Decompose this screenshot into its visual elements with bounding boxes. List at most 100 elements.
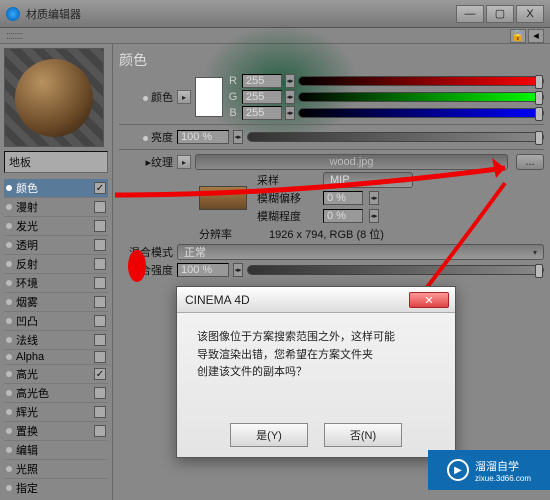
play-icon: ▶ (447, 459, 469, 481)
color-swatch[interactable] (195, 77, 223, 117)
channel-checkbox[interactable] (94, 220, 106, 232)
channel-checkbox[interactable]: ✓ (94, 182, 106, 194)
channel-label: 环境 (16, 275, 38, 291)
window-title: 材质编辑器 (26, 6, 456, 22)
sample-dropdown[interactable]: MIP (323, 172, 413, 188)
channel-row-5[interactable]: 环境 (4, 274, 108, 293)
channel-row-10[interactable]: 高光 ✓ (4, 365, 108, 384)
channel-checkbox[interactable] (94, 406, 106, 418)
g-input[interactable]: 255 (242, 90, 282, 104)
lock-icon[interactable]: 🔒 (510, 29, 526, 43)
channel-label: 辉光 (16, 404, 38, 420)
channel-row-7[interactable]: 凹凸 (4, 312, 108, 331)
channel-dot-icon (6, 337, 12, 343)
blend-strength-input[interactable]: 100 % (177, 263, 229, 277)
channel-checkbox[interactable] (94, 296, 106, 308)
menu-button[interactable]: ◂ (528, 29, 544, 43)
brightness-spin[interactable]: ◂▸ (233, 130, 243, 144)
material-name-input[interactable]: 地板 (4, 151, 108, 173)
texture-browse-button[interactable]: ... (516, 154, 544, 170)
close-button[interactable]: X (516, 5, 544, 23)
texture-path[interactable]: wood.jpg (195, 154, 508, 170)
b-spin[interactable]: ◂▸ (285, 106, 295, 120)
channel-label: 颜色 (16, 180, 38, 196)
channel-row-16[interactable]: 指定 (4, 479, 108, 496)
dialog-no-button[interactable]: 否(N) (324, 423, 402, 447)
channel-dot-icon (6, 485, 12, 491)
b-slider[interactable] (298, 108, 544, 118)
channel-row-12[interactable]: 辉光 (4, 403, 108, 422)
channel-checkbox[interactable] (94, 258, 106, 270)
expand-color-arrow[interactable]: ▸ (177, 90, 191, 104)
maximize-button[interactable]: ▢ (486, 5, 514, 23)
channel-row-9[interactable]: Alpha (4, 350, 108, 365)
section-title: 颜色 (119, 50, 544, 70)
b-input[interactable]: 255 (242, 106, 282, 120)
blend-strength-label: 混合强度 (129, 265, 173, 277)
channel-checkbox[interactable] (94, 201, 106, 213)
channel-row-2[interactable]: 发光 (4, 217, 108, 236)
channel-row-11[interactable]: 高光色 (4, 384, 108, 403)
g-slider[interactable] (298, 92, 544, 102)
minimize-button[interactable]: — (456, 5, 484, 23)
dialog-text-2: 导致渲染出错，您希望在方案文件夹 (197, 347, 435, 365)
r-slider[interactable] (298, 76, 544, 86)
channel-label: 高光 (16, 366, 38, 382)
brightness-input[interactable]: 100 % (177, 130, 229, 144)
channel-label: Alpha (16, 351, 44, 363)
blend-strength-spin[interactable]: ◂▸ (233, 263, 243, 277)
blur-scale-input[interactable]: 0 % (323, 209, 363, 223)
channel-checkbox[interactable] (94, 387, 106, 399)
channel-dot-icon (6, 390, 12, 396)
material-preview[interactable] (4, 48, 104, 147)
dialog-text-3: 创建该文件的副本吗？ (197, 364, 435, 382)
blend-mode-dropdown[interactable]: 正常 (177, 244, 544, 260)
watermark-brand: 溜溜自学 (475, 458, 531, 474)
color-label: 颜色 (151, 92, 173, 104)
r-input[interactable]: 255 (242, 74, 282, 88)
dialog-text-1: 该图像位于方案搜索范围之外，这样可能 (197, 329, 435, 347)
channel-checkbox[interactable] (94, 277, 106, 289)
channel-row-8[interactable]: 法线 (4, 331, 108, 350)
channel-row-6[interactable]: 烟雾 (4, 293, 108, 312)
texture-label: 纹理 (151, 157, 173, 169)
channel-checkbox[interactable] (94, 334, 106, 346)
channel-row-0[interactable]: 颜色 ✓ (4, 179, 108, 198)
channel-row-3[interactable]: 透明 (4, 236, 108, 255)
resolution-label: 分辨率 (199, 226, 259, 242)
blend-strength-slider[interactable] (247, 265, 544, 275)
channel-checkbox[interactable] (94, 239, 106, 251)
brightness-label: 亮度 (151, 132, 173, 144)
channel-row-15[interactable]: 光照 (4, 460, 108, 479)
blur-offset-input[interactable]: 0 % (323, 191, 363, 205)
channel-label: 反射 (16, 256, 38, 272)
channel-dot-icon (6, 223, 12, 229)
watermark: ▶ 溜溜自学 zixue.3d66.com (428, 450, 550, 490)
channel-dot-icon (6, 280, 12, 286)
channel-dot-icon (6, 354, 12, 360)
resolution-value: 1926 x 794, RGB (8 位) (269, 226, 384, 242)
blur-offset-spin[interactable]: ◂▸ (369, 191, 379, 205)
channel-dot-icon (6, 242, 12, 248)
channel-dot-icon (6, 261, 12, 267)
channel-row-14[interactable]: 编辑 (4, 441, 108, 460)
g-spin[interactable]: ◂▸ (285, 90, 295, 104)
app-icon (6, 7, 20, 21)
channel-row-13[interactable]: 置换 (4, 422, 108, 441)
r-spin[interactable]: ◂▸ (285, 74, 295, 88)
blur-scale-spin[interactable]: ◂▸ (369, 209, 379, 223)
channel-dot-icon (6, 409, 12, 415)
channel-checkbox[interactable] (94, 351, 106, 363)
dialog-yes-button[interactable]: 是(Y) (230, 423, 308, 447)
g-label: G (227, 91, 239, 103)
texture-thumbnail[interactable] (199, 186, 247, 210)
channel-row-4[interactable]: 反射 (4, 255, 108, 274)
sample-label: 采样 (257, 172, 317, 188)
channel-checkbox[interactable]: ✓ (94, 368, 106, 380)
channel-row-1[interactable]: 漫射 (4, 198, 108, 217)
texture-shader-button[interactable]: ▸ (177, 155, 191, 169)
dialog-close-button[interactable]: ✕ (409, 292, 449, 308)
channel-checkbox[interactable] (94, 315, 106, 327)
brightness-slider[interactable] (247, 132, 544, 142)
channel-checkbox[interactable] (94, 425, 106, 437)
